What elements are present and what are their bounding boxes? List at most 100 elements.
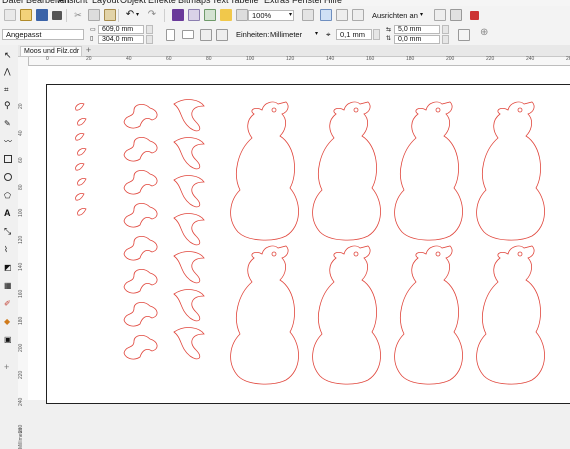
small-leaf-shape[interactable] (75, 193, 85, 201)
cut-shapes[interactable] (28, 66, 570, 400)
snowman-hanging-hole[interactable] (517, 251, 523, 257)
snowman-shape[interactable] (312, 245, 381, 385)
drop-shadow-tool-icon[interactable]: ◩ (4, 263, 13, 272)
duplicate-x-field[interactable]: 5,0 mm (394, 25, 440, 34)
nudge-spinner[interactable] (373, 29, 380, 40)
hat-shape[interactable] (123, 170, 158, 195)
small-leaf-shape[interactable] (77, 208, 87, 216)
redo-icon[interactable]: ↷ (146, 9, 158, 21)
hat-shape[interactable] (123, 203, 158, 228)
undo-icon[interactable]: ↶ (124, 9, 136, 21)
small-leaf-shape[interactable] (77, 178, 87, 186)
scarf-shape[interactable] (173, 251, 205, 284)
alignment-guides-icon[interactable] (434, 9, 446, 21)
application-launcher-icon[interactable] (236, 9, 248, 21)
parallel-dimension-tool-icon[interactable]: ⤡ (4, 227, 13, 236)
snowman-hanging-hole[interactable] (435, 251, 441, 257)
snowman-hanging-hole[interactable] (435, 107, 441, 113)
units-dropdown-icon[interactable]: ▾ (315, 29, 318, 39)
current-page-icon[interactable] (216, 29, 228, 41)
scarf-shape[interactable] (173, 137, 205, 170)
menu-item-fenster[interactable]: Fenster (292, 0, 323, 5)
portrait-icon[interactable] (166, 29, 175, 41)
smart-fill-tool-icon[interactable]: ▣ (4, 335, 13, 344)
small-leaf-shape[interactable] (75, 133, 85, 141)
snowman-hanging-hole[interactable] (517, 107, 523, 113)
add-page-icon[interactable]: ⊕ (480, 28, 488, 38)
interactive-fill-tool-icon[interactable]: ◆ (4, 317, 13, 326)
landscape-icon[interactable] (182, 30, 194, 39)
menu-item-extras[interactable]: Extras (264, 0, 290, 5)
connector-tool-icon[interactable]: ⌇ (4, 245, 13, 254)
options-icon[interactable] (450, 9, 462, 21)
add-document-tab-icon[interactable]: + (84, 46, 93, 55)
menu-item-tabelle[interactable]: Tabelle (230, 0, 259, 5)
snowman-hanging-hole[interactable] (353, 251, 359, 257)
snowman-hanging-hole[interactable] (353, 107, 359, 113)
zoom-level-field[interactable]: 100% (248, 10, 294, 21)
scarf-shape[interactable] (173, 175, 205, 208)
page-width-field[interactable]: 609,0 mm (98, 25, 144, 34)
scarf-shape[interactable] (173, 213, 205, 246)
open-folder-icon[interactable] (20, 9, 32, 21)
all-pages-icon[interactable] (200, 29, 212, 41)
add-tool-icon[interactable]: + (4, 363, 13, 372)
search-content-icon[interactable] (172, 9, 184, 21)
menu-item-bitmaps[interactable]: Bitmaps (178, 0, 211, 5)
hat-shape[interactable] (123, 269, 158, 294)
zoom-tool-icon[interactable]: ⚲ (4, 101, 13, 110)
export-pdf-icon[interactable] (220, 9, 232, 21)
hat-shape[interactable] (123, 302, 158, 327)
show-rulers-icon[interactable] (320, 9, 332, 21)
snowman-shape[interactable] (394, 101, 463, 241)
small-leaf-shape[interactable] (75, 163, 85, 171)
small-leaf-shape[interactable] (75, 103, 85, 111)
hat-shape[interactable] (123, 335, 158, 360)
text-tool-icon[interactable]: A (4, 209, 13, 218)
hat-shape[interactable] (123, 236, 158, 261)
crop-tool-icon[interactable]: ⌗ (4, 85, 13, 94)
polygon-tool-icon[interactable]: ⬠ (4, 191, 13, 200)
scarf-shape[interactable] (173, 327, 205, 360)
full-screen-icon[interactable] (302, 9, 314, 21)
page-height-spinner[interactable] (146, 35, 153, 44)
ellipse-tool-icon[interactable] (4, 173, 12, 181)
snap-to-dropdown[interactable]: Ausrichten an (372, 11, 418, 21)
cut-icon[interactable]: ✂ (72, 9, 84, 21)
scarf-shape[interactable] (173, 99, 205, 132)
paste-icon[interactable] (104, 9, 116, 21)
snowman-shape[interactable] (476, 101, 545, 241)
pick-tool-icon[interactable]: ↖ (4, 51, 13, 60)
customize-toolbar-icon[interactable] (470, 11, 479, 20)
quick-customize-icon[interactable] (458, 29, 470, 41)
transparency-tool-icon[interactable]: ▦ (4, 281, 13, 290)
zoom-dropdown-icon[interactable]: ▾ (289, 10, 292, 20)
menu-item-text[interactable]: Text (212, 0, 229, 5)
snowman-shape[interactable] (230, 245, 299, 385)
page-height-field[interactable]: 304,0 mm (98, 35, 144, 44)
undo-dropdown-icon[interactable]: ▾ (136, 9, 142, 21)
snowman-shape[interactable] (312, 101, 381, 241)
save-icon[interactable] (36, 9, 48, 21)
shape-tool-icon[interactable]: ⋀ (4, 67, 13, 76)
new-document-icon[interactable] (4, 9, 16, 21)
horizontal-ruler[interactable]: 0 20 40 60 80 100 120 140 160 180 200 220 240 260 (28, 57, 570, 66)
show-grid-icon[interactable] (336, 9, 348, 21)
menu-item-effekte[interactable]: Effekte (148, 0, 176, 5)
hat-shape[interactable] (123, 137, 158, 162)
menu-item-layout[interactable]: Layout (92, 0, 119, 5)
snowman-shape[interactable] (394, 245, 463, 385)
nudge-distance-field[interactable]: 0,1 mm (336, 29, 372, 40)
export-icon[interactable] (204, 9, 216, 21)
drawing-canvas[interactable] (28, 66, 570, 404)
duplicate-x-spinner[interactable] (442, 25, 449, 34)
import-icon[interactable] (188, 9, 200, 21)
artistic-media-tool-icon[interactable]: 〰 (4, 137, 13, 146)
page-size-dropdown[interactable]: Angepasst (2, 29, 84, 40)
snowman-hanging-hole[interactable] (271, 251, 277, 257)
snowman-hanging-hole[interactable] (271, 107, 277, 113)
menu-item-ansicht[interactable]: Ansicht (58, 0, 88, 5)
menu-item-hilfe[interactable]: Hilfe (324, 0, 342, 5)
copy-icon[interactable] (88, 9, 100, 21)
page-width-spinner[interactable] (146, 25, 153, 34)
